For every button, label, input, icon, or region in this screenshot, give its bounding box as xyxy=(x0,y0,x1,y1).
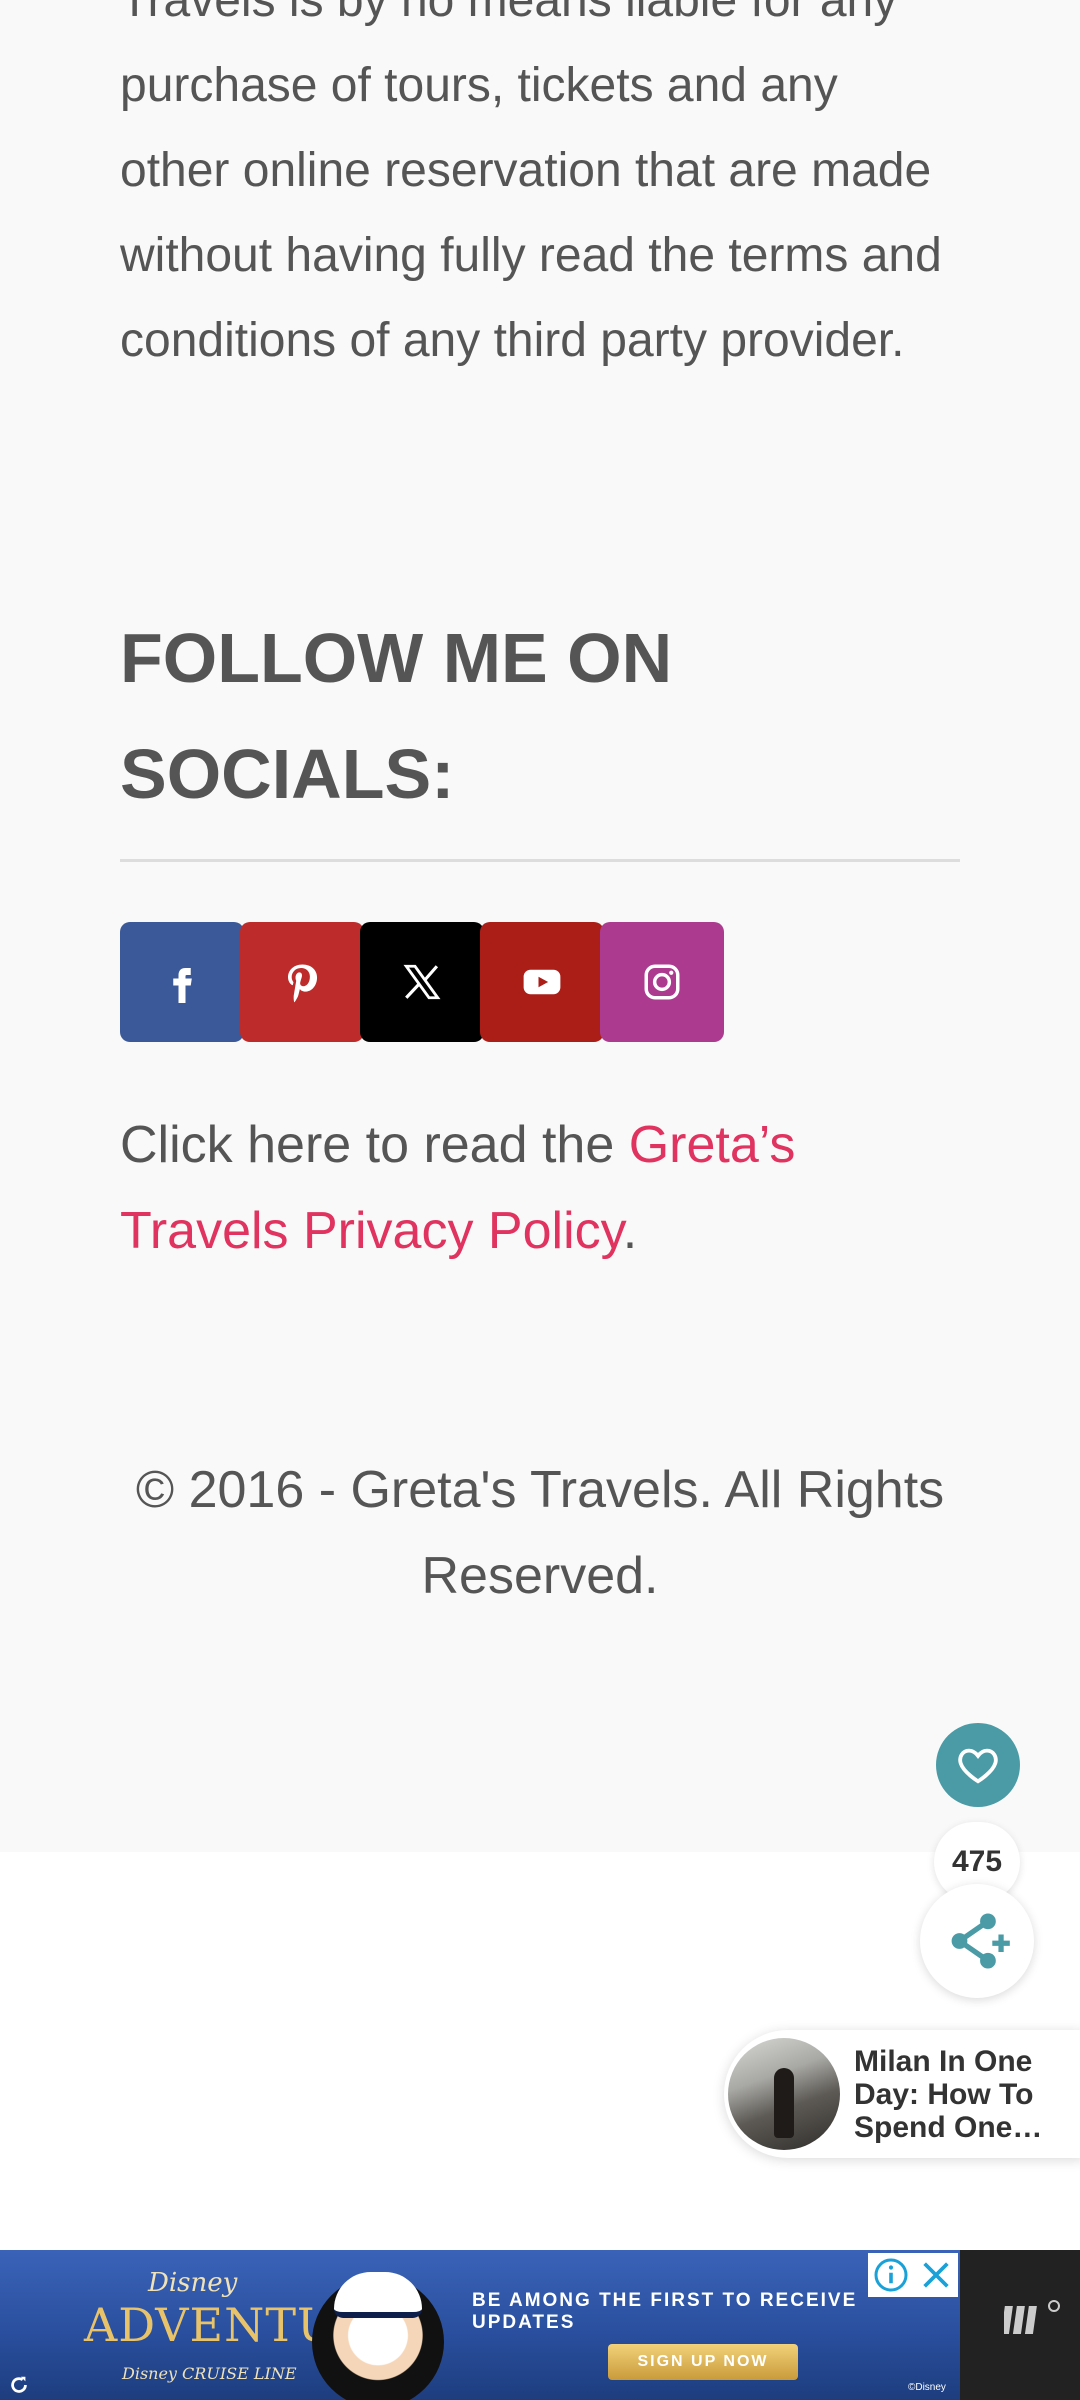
share-button[interactable] xyxy=(920,1884,1034,1998)
ad-mascot-image xyxy=(312,2272,444,2400)
related-post-thumbnail xyxy=(728,2038,840,2150)
divider xyxy=(120,859,960,862)
youtube-icon xyxy=(523,969,561,995)
privacy-prefix: Click here to read the xyxy=(120,1116,629,1174)
ad-copyright: ©Disney xyxy=(908,2382,946,2393)
share-icon xyxy=(951,1913,1010,1969)
related-post-card[interactable]: Milan In One Day: How To Spend One… xyxy=(724,2030,1080,2158)
x-button[interactable] xyxy=(360,922,484,1042)
ad-signup-button[interactable]: SIGN UP NOW xyxy=(608,2344,798,2380)
privacy-paragraph: Click here to read the Greta’s Travels P… xyxy=(120,1102,960,1274)
ad-brand-sub: Disney CRUISE LINE xyxy=(122,2364,297,2383)
ad-info-icon[interactable] xyxy=(873,2257,909,2293)
x-icon xyxy=(403,964,441,1000)
facebook-icon xyxy=(173,968,192,1003)
ad-image[interactable]: Disney ADVENTURE Disney CRUISE LINE BE A… xyxy=(0,2250,960,2400)
heart-icon xyxy=(958,1748,998,1784)
ad-close-icon[interactable] xyxy=(919,2258,953,2292)
copyright-text: © 2016 - Greta's Travels. All Rights Res… xyxy=(135,1461,945,1605)
disclaimer-paragraph: Travels is by no means liable for any pu… xyxy=(120,0,942,367)
ad-banner[interactable]: Disney ADVENTURE Disney CRUISE LINE BE A… xyxy=(0,2250,1080,2400)
pinterest-button[interactable] xyxy=(240,922,364,1042)
youtube-button[interactable] xyxy=(480,922,604,1042)
refresh-icon[interactable] xyxy=(8,2374,30,2396)
pinterest-icon xyxy=(288,964,318,1003)
instagram-icon xyxy=(644,964,680,1000)
facebook-button[interactable] xyxy=(120,922,244,1042)
ad-network-logo-icon xyxy=(1004,2300,1060,2334)
ad-brand-small: Disney xyxy=(148,2268,238,2298)
favorite-button[interactable] xyxy=(936,1723,1020,1807)
social-buttons xyxy=(120,922,724,1042)
ad-choices xyxy=(868,2253,958,2297)
privacy-suffix: . xyxy=(622,1202,638,1260)
instagram-button[interactable] xyxy=(600,922,724,1042)
follow-socials-heading: FOLLOW ME ON SOCIALS: xyxy=(120,619,673,813)
related-post-title: Milan In One Day: How To Spend One… xyxy=(854,2044,1043,2144)
